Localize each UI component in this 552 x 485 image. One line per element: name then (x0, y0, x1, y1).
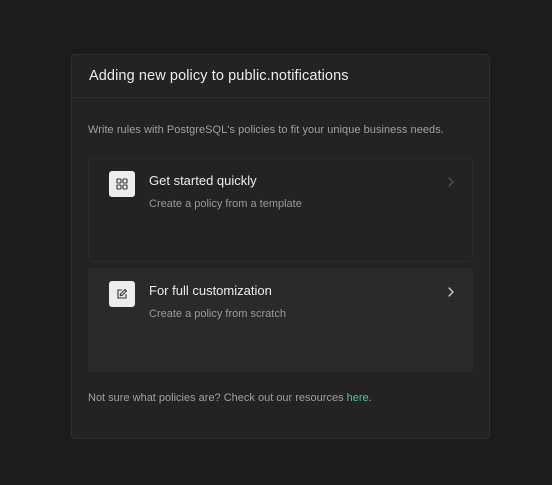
modal-header: Adding new policy to public.notification… (72, 55, 489, 98)
modal-body: Write rules with PostgreSQL's policies t… (72, 124, 489, 404)
footer-text: Not sure what policies are? Check out ou… (88, 392, 347, 404)
resources-link[interactable]: here (347, 392, 369, 404)
grid-icon (109, 171, 135, 197)
option-title: For full customization (149, 283, 272, 298)
option-full-customization[interactable]: For full customization Create a policy f… (88, 268, 473, 372)
chevron-right-icon (448, 287, 454, 297)
footer-help-text: Not sure what policies are? Check out ou… (88, 392, 473, 404)
option-title: Get started quickly (149, 173, 257, 188)
policy-modal: Adding new policy to public.notification… (71, 54, 490, 439)
footer-trailing: . (368, 392, 372, 404)
edit-icon (109, 281, 135, 307)
option-subtitle: Create a policy from scratch (149, 308, 286, 320)
chevron-right-icon (448, 177, 454, 187)
modal-title: Adding new policy to public.notification… (89, 68, 349, 84)
option-subtitle: Create a policy from a template (149, 198, 302, 210)
option-get-started-quickly[interactable]: Get started quickly Create a policy from… (88, 158, 473, 262)
modal-description: Write rules with PostgreSQL's policies t… (88, 124, 444, 136)
